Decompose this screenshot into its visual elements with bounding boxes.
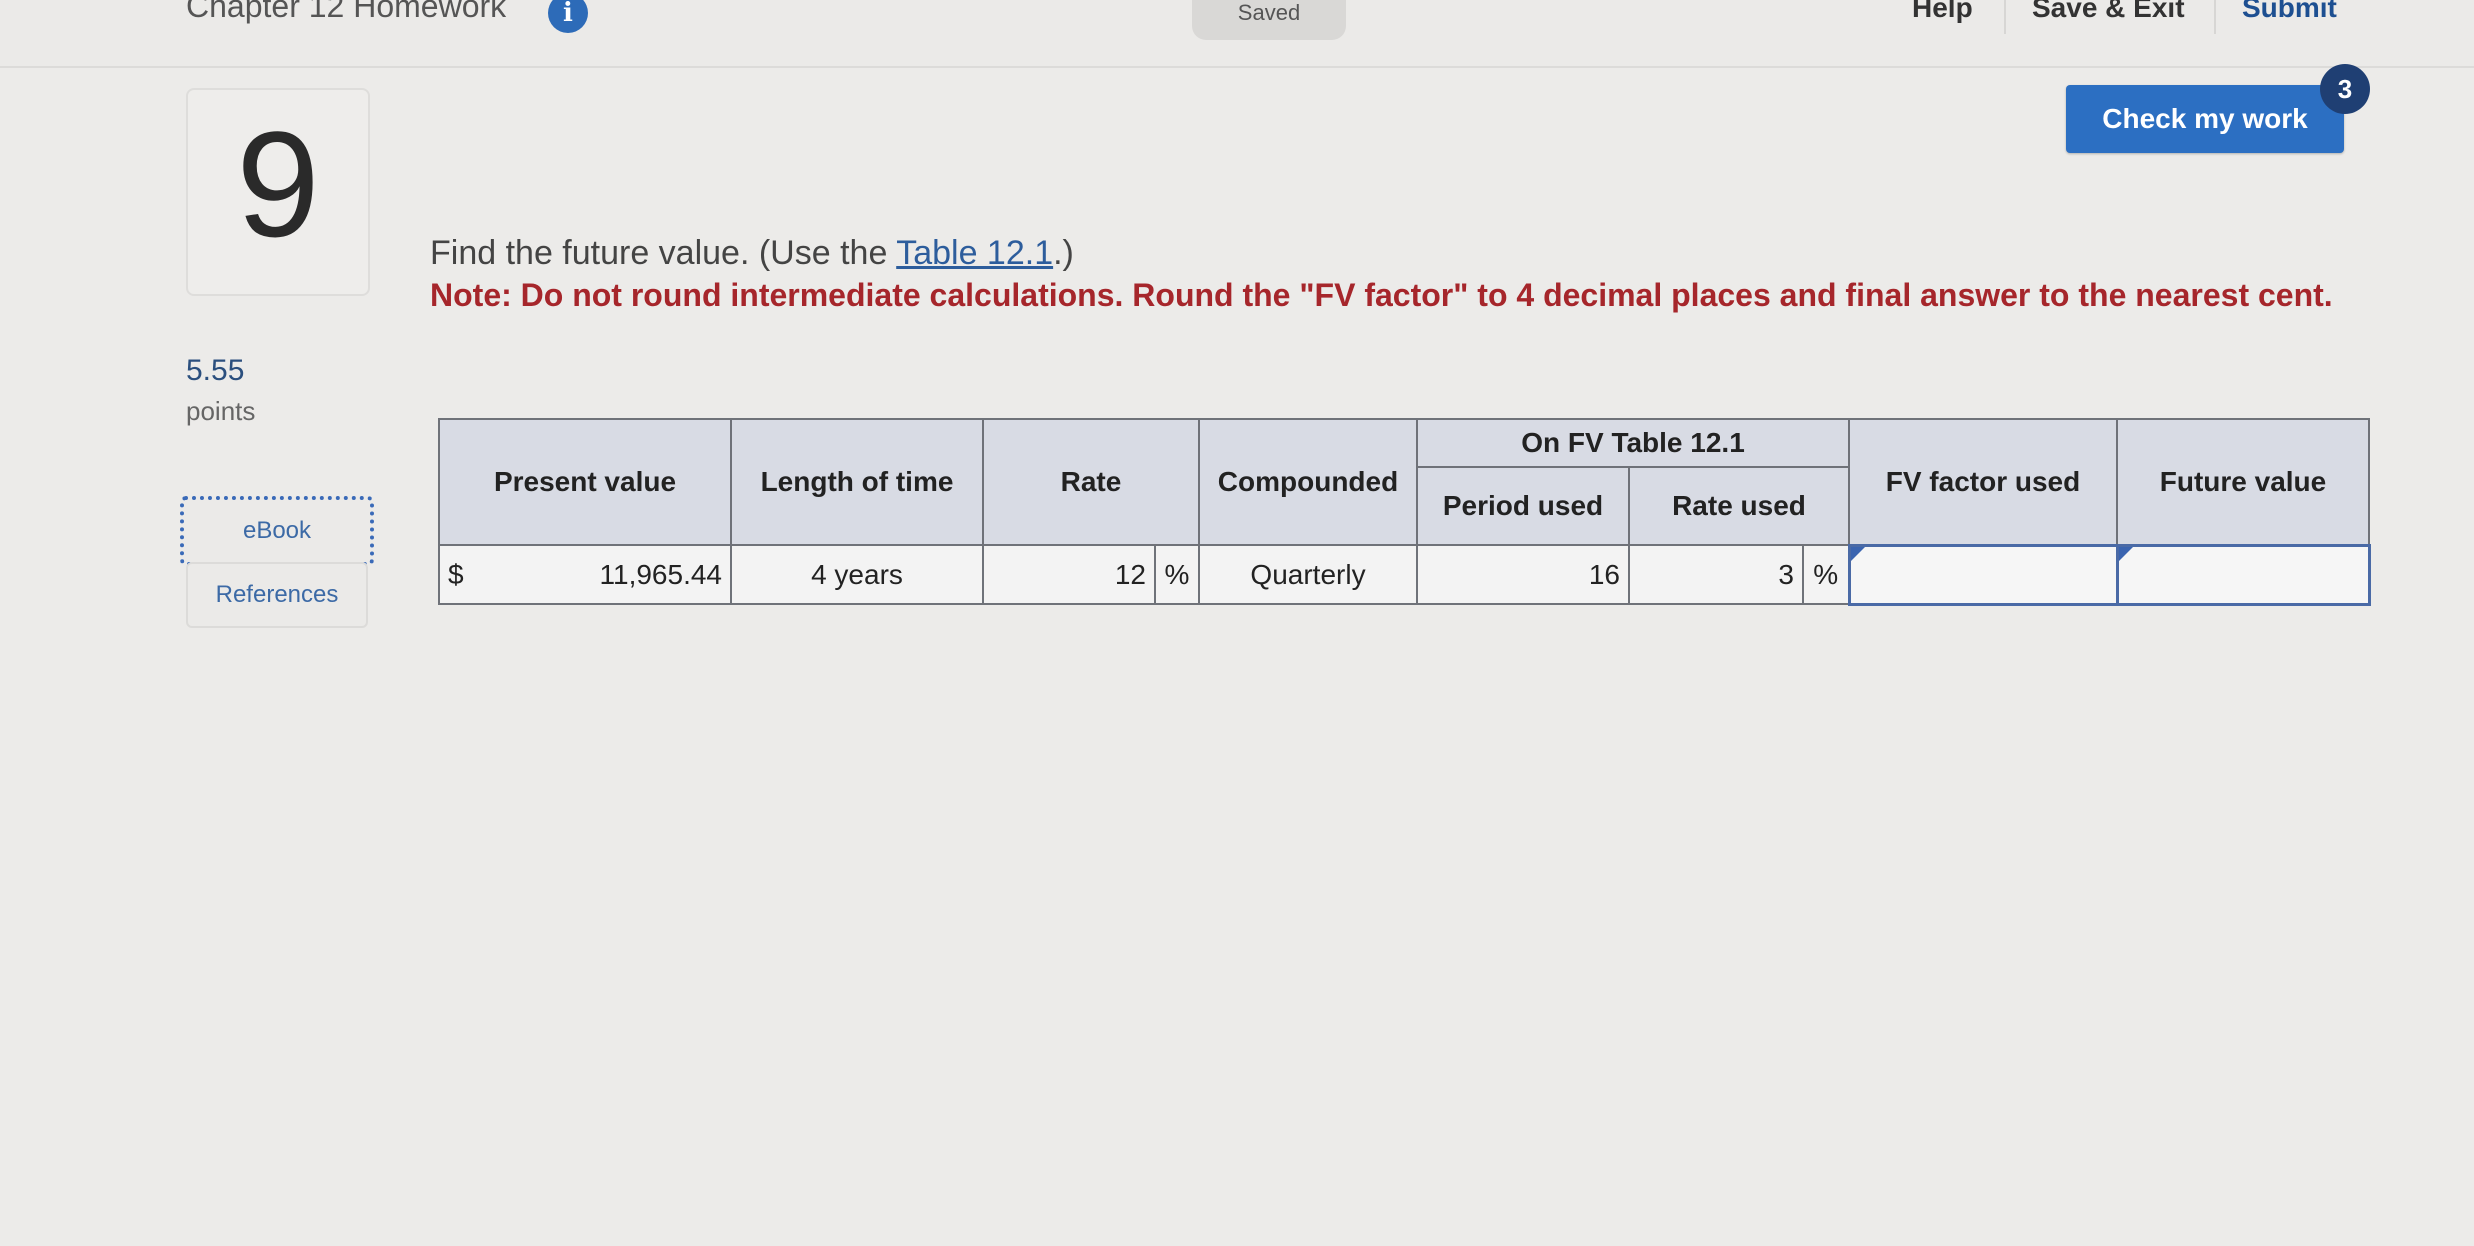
check-count-badge: 3 — [2320, 64, 2370, 114]
references-button[interactable]: References — [186, 562, 368, 628]
ebook-button[interactable]: eBook — [180, 496, 374, 566]
header-compounded: Compounded — [1198, 418, 1418, 546]
header-fv-table-group: On FV Table 12.1 — [1416, 418, 1850, 468]
header-rate: Rate — [982, 418, 1200, 546]
input-marker-icon — [2118, 546, 2133, 561]
top-divider — [2214, 0, 2216, 34]
cell-present-value: $11,965.44 — [438, 544, 732, 605]
question-number-box: 9 — [186, 88, 370, 296]
top-bar: Chapter 12 Homework i Saved Help Save & … — [0, 0, 2474, 68]
rounding-note: Note: Do not round intermediate calculat… — [430, 277, 2333, 313]
help-link[interactable]: Help — [1912, 0, 1973, 24]
header-length-of-time: Length of time — [730, 418, 984, 546]
question-number: 9 — [236, 100, 320, 268]
top-divider — [2004, 0, 2006, 34]
points-value: 5.55 — [186, 354, 245, 387]
currency-symbol: $ — [448, 558, 464, 590]
cell-length-of-time: 4 years — [730, 544, 984, 605]
header-present-value: Present value — [438, 418, 732, 546]
cell-period-used: 16 — [1416, 544, 1630, 605]
cell-rate-unit: % — [1154, 544, 1200, 605]
cell-rate-used-unit: % — [1802, 544, 1850, 605]
table-12-1-link[interactable]: Table 12.1 — [896, 234, 1053, 272]
assignment-title: Chapter 12 Homework — [186, 0, 507, 24]
info-icon[interactable]: i — [548, 0, 588, 33]
header-fv-factor-used: FV factor used — [1848, 418, 2118, 546]
check-my-work-button[interactable]: Check my work — [2066, 85, 2344, 153]
prompt-text-end: .) — [1053, 234, 1074, 272]
future-value-input[interactable] — [2115, 543, 2371, 606]
cell-rate-used: 3 — [1628, 544, 1804, 605]
cell-compounded: Quarterly — [1198, 544, 1418, 605]
save-exit-link[interactable]: Save & Exit — [2032, 0, 2185, 24]
answer-table: Present value Length of time Rate Compou… — [438, 418, 2371, 606]
header-future-value: Future value — [2116, 418, 2370, 546]
prompt-text: Find the future value. (Use the — [430, 234, 897, 272]
input-marker-icon — [1850, 546, 1865, 561]
fv-factor-input[interactable] — [1847, 543, 2119, 606]
cell-rate: 12 — [982, 544, 1156, 605]
header-rate-used: Rate used — [1628, 466, 1850, 546]
points-label: points — [186, 396, 256, 426]
submit-link[interactable]: Submit — [2242, 0, 2337, 24]
saved-status: Saved — [1192, 0, 1346, 40]
question-prompt: Find the future value. (Use the Table 12… — [430, 234, 1074, 273]
present-value-amount: 11,965.44 — [599, 558, 723, 590]
header-period-used: Period used — [1416, 466, 1630, 546]
